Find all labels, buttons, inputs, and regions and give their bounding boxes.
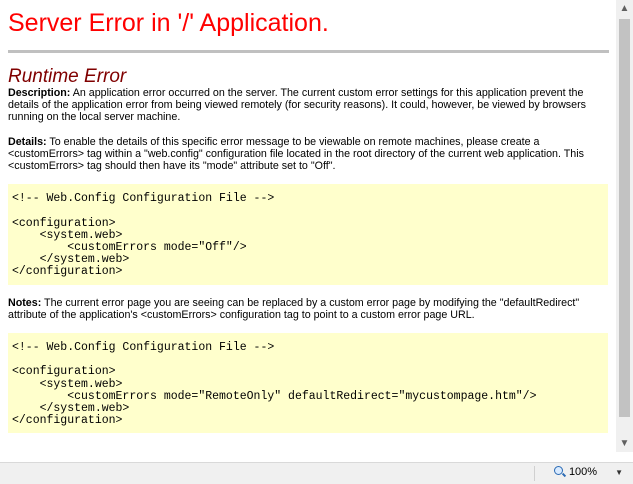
scrollbar-thumb[interactable]	[619, 19, 630, 417]
page-content: Server Error in '/' Application. Runtime…	[0, 0, 616, 434]
code-remoteonly-text: <!-- Web.Config Configuration File --> <…	[12, 341, 537, 428]
notes-paragraph: Notes: The current error page you are se…	[8, 297, 608, 321]
code-block-off: <!-- Web.Config Configuration File --> <…	[8, 184, 608, 285]
status-bar: 100% ▼	[0, 462, 633, 484]
code-block-remoteonly: <!-- Web.Config Configuration File --> <…	[8, 333, 608, 434]
details-text: To enable the details of this specific e…	[8, 135, 584, 173]
vertical-scrollbar[interactable]: ▲ ▼	[616, 0, 633, 452]
notes-text: The current error page you are seeing ca…	[8, 296, 580, 321]
scroll-down-arrow-icon[interactable]: ▼	[616, 435, 633, 452]
page-title: Server Error in '/' Application.	[8, 9, 329, 37]
error-subtitle: Runtime Error	[8, 66, 127, 87]
details-paragraph: Details: To enable the details of this s…	[8, 136, 608, 173]
description-text: An application error occurred on the ser…	[8, 87, 586, 124]
details-label: Details:	[8, 135, 47, 148]
zoom-dropdown-icon[interactable]: ▼	[615, 468, 623, 477]
title-divider	[8, 50, 609, 53]
description-label: Description:	[8, 87, 71, 99]
description-paragraph: Description: An application error occurr…	[8, 87, 608, 124]
status-separator	[534, 466, 535, 481]
page-viewport: Server Error in '/' Application. Runtime…	[0, 0, 616, 462]
zoom-level: 100%	[568, 466, 598, 478]
zoom-control[interactable]: 100% ▼	[553, 466, 623, 478]
code-off-text: <!-- Web.Config Configuration File --> <…	[12, 192, 275, 279]
magnifier-icon	[553, 466, 567, 478]
notes-label: Notes:	[8, 296, 42, 309]
scroll-up-arrow-icon[interactable]: ▲	[616, 0, 633, 17]
